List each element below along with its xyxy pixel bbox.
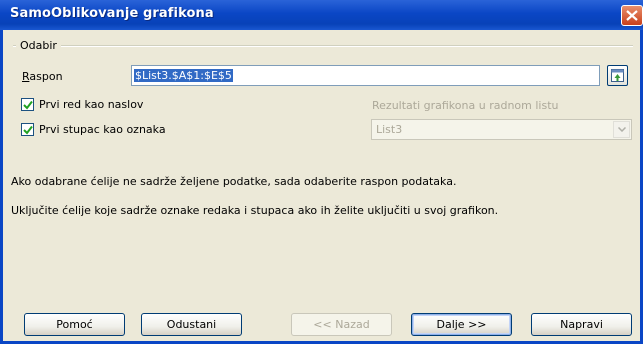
results-sheet-select[interactable]: List3 <box>371 119 632 140</box>
window-title: SamoOblikovanje grafikona <box>10 6 214 21</box>
range-input[interactable]: $List3.$A$1:$E$5 <box>131 65 600 86</box>
first-col-label[interactable]: Prvi stupac kao oznaka <box>39 123 166 136</box>
info-text-2: Uključite ćelije koje sadrže oznake reda… <box>11 204 499 217</box>
shrink-icon <box>611 69 624 82</box>
range-input-value: $List3.$A$1:$E$5 <box>134 69 233 82</box>
range-label-text: aspon <box>29 70 63 83</box>
help-button[interactable]: Pomoć <box>24 313 125 336</box>
results-sheet-value: List3 <box>376 123 403 136</box>
window-frame-left <box>0 30 3 344</box>
cancel-button[interactable]: Odustani <box>141 313 242 336</box>
first-col-checkbox[interactable] <box>21 123 34 136</box>
finish-button[interactable]: Napravi <box>531 313 632 336</box>
first-row-checkbox[interactable] <box>21 98 34 111</box>
close-button[interactable] <box>621 5 643 26</box>
close-icon <box>626 10 638 21</box>
results-label: Rezultati grafikona u radnom listu <box>372 99 559 112</box>
shrink-button[interactable] <box>607 65 628 86</box>
checkmark-icon <box>23 125 33 135</box>
dropdown-button[interactable] <box>613 121 630 138</box>
back-button: << Nazad <box>291 313 392 336</box>
range-label: Raspon <box>22 70 63 83</box>
info-text-1: Ako odabrane ćelije ne sadrže željene po… <box>11 175 457 188</box>
first-row-label[interactable]: Prvi red kao naslov <box>39 98 143 111</box>
group-divider <box>13 45 633 47</box>
next-button[interactable]: Dalje >> <box>411 313 512 336</box>
title-bar: SamoOblikovanje grafikona <box>0 0 643 30</box>
checkmark-icon <box>23 100 33 110</box>
group-label: Odabir <box>16 39 61 52</box>
chevron-down-icon <box>618 127 626 132</box>
